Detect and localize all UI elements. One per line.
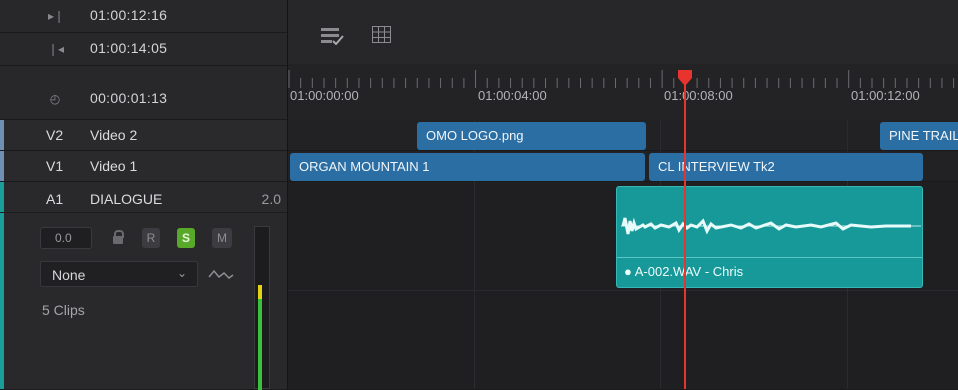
timecode-value: 00:00:01:13 — [90, 90, 168, 106]
timecode-value: 01:00:14:05 — [90, 40, 168, 56]
effect-dropdown[interactable]: None ⌄ — [40, 261, 198, 287]
track-name[interactable]: Video 2 — [90, 127, 137, 143]
timeline-view-options-icon[interactable] — [321, 27, 345, 45]
clock-icon: ◴ — [49, 92, 61, 106]
clip-label-divider — [617, 257, 922, 258]
channel-format: 2.0 — [261, 191, 281, 207]
video-clip-cl-interview[interactable]: CL INTERVIEW Tk2 — [649, 153, 923, 181]
video-clip-organ-mountain[interactable]: ORGAN MOUNTAIN 1 — [290, 153, 645, 181]
track-color-accent — [0, 151, 4, 181]
ruler-label: 01:00:04:00 — [478, 88, 547, 103]
lane-divider — [288, 290, 958, 291]
track-header-v1[interactable]: V1 Video 1 — [0, 151, 287, 182]
track-id: V2 — [46, 127, 64, 143]
audio-waveform — [621, 217, 921, 235]
effect-dropdown-value: None — [52, 267, 86, 283]
playhead-line[interactable] — [684, 74, 686, 389]
timeline-area[interactable]: 01:00:00:00 01:00:04:00 01:00:08:00 01:0… — [287, 0, 958, 389]
meter-level-green — [258, 299, 262, 390]
clips-count: 5 Clips — [42, 302, 85, 318]
record-button[interactable]: R — [142, 228, 160, 248]
solo-button[interactable]: S — [177, 228, 195, 248]
playhead-handle[interactable] — [676, 70, 694, 88]
meter-peak-yellow — [258, 285, 262, 299]
track-header-a1[interactable]: A1 DIALOGUE 2.0 0.0 R S M None ⌄ 5 Clips — [0, 182, 287, 390]
lock-icon[interactable] — [113, 230, 124, 244]
volume-field[interactable]: 0.0 — [40, 227, 92, 249]
track-header-v2[interactable]: V2 Video 2 — [0, 120, 287, 151]
timecode-row-2: ❘◂ 01:00:14:05 — [0, 33, 287, 66]
a1-title-row: A1 DIALOGUE 2.0 — [0, 182, 287, 213]
track-header-panel: ▸❘ 01:00:12:16 ❘◂ 01:00:14:05 ◴ 00:00:01… — [0, 0, 287, 390]
clip-label: OMO LOGO.png — [426, 128, 524, 143]
clip-label: CL INTERVIEW Tk2 — [658, 159, 775, 174]
track-name[interactable]: DIALOGUE — [90, 191, 162, 207]
clip-label: PINE TRAIL — [889, 128, 958, 143]
next-frame-icon[interactable]: ▸❘ — [48, 9, 64, 23]
timecode-row-3: ◴ 00:00:01:13 — [0, 66, 287, 120]
ruler-label: 01:00:12:00 — [851, 88, 920, 103]
video-clip-pine-trail[interactable]: PINE TRAIL — [880, 122, 958, 150]
track-name[interactable]: Video 1 — [90, 158, 137, 174]
track-id: A1 — [46, 191, 64, 207]
grid-view-icon[interactable] — [372, 26, 392, 44]
clip-label: ORGAN MOUNTAIN 1 — [299, 159, 430, 174]
track-color-accent — [0, 120, 4, 150]
track-color-accent — [0, 182, 4, 389]
track-id: V1 — [46, 158, 64, 174]
timecode-value: 01:00:12:16 — [90, 7, 168, 23]
audio-level-meter — [254, 226, 270, 390]
prev-frame-icon[interactable]: ❘◂ — [48, 42, 64, 56]
waveform-toggle-icon[interactable] — [208, 267, 234, 281]
audio-clip-a002[interactable]: ● A-002.WAV - Chris — [616, 186, 923, 288]
video-clip-omo-logo[interactable]: OMO LOGO.png — [417, 122, 646, 150]
ruler-label: 01:00:00:00 — [290, 88, 359, 103]
ruler-label: 01:00:08:00 — [664, 88, 733, 103]
mute-button[interactable]: M — [212, 228, 232, 248]
chevron-down-icon: ⌄ — [176, 266, 187, 280]
timecode-row-1: ▸❘ 01:00:12:16 — [0, 0, 287, 33]
timeline-toolbar — [288, 0, 958, 64]
